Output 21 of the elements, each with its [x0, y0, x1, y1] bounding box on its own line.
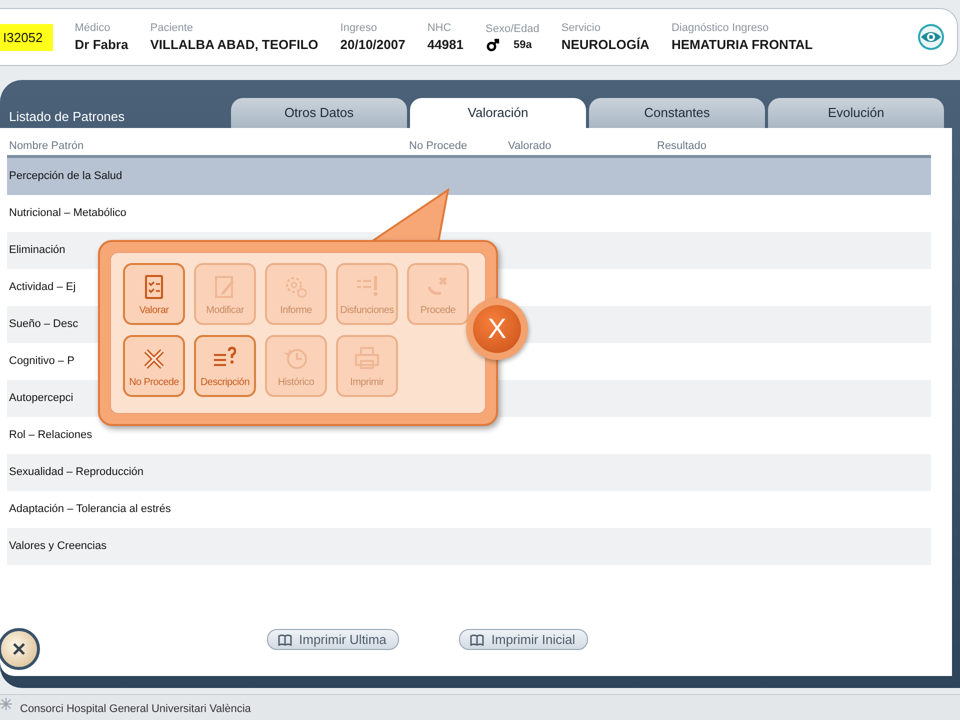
field-label: Servicio	[561, 22, 602, 34]
field-label: NHC	[427, 22, 452, 34]
field-value: VILLALBA ABAD, TEOFILO	[150, 37, 318, 52]
field-label: Diagnóstico Ingreso	[671, 22, 770, 34]
field-value: 59a	[514, 38, 532, 50]
field-label: Ingreso	[340, 22, 378, 34]
field-label: Sexo/Edad	[486, 22, 540, 34]
field-value: HEMATURIA FRONTAL	[671, 37, 813, 52]
field-value: 44981	[427, 37, 464, 52]
field-value: NEUROLOGÍA	[561, 37, 650, 52]
footer-text: Consorci Hospital General Universitari València	[20, 703, 251, 715]
record-id-badge: I32052	[0, 24, 53, 50]
column-header: No Procede	[409, 140, 468, 152]
panel-title: Listado de Patrones	[8, 109, 126, 126]
field-value: 20/10/2007	[340, 37, 406, 52]
field-value: Dr Fabra	[74, 37, 128, 52]
column-header: Nombre Patrón	[9, 140, 84, 152]
field-label: Paciente	[150, 22, 194, 34]
column-header: Resultado	[657, 140, 707, 152]
field-label: Médico	[74, 22, 112, 34]
column-header: Valorado	[508, 140, 552, 152]
